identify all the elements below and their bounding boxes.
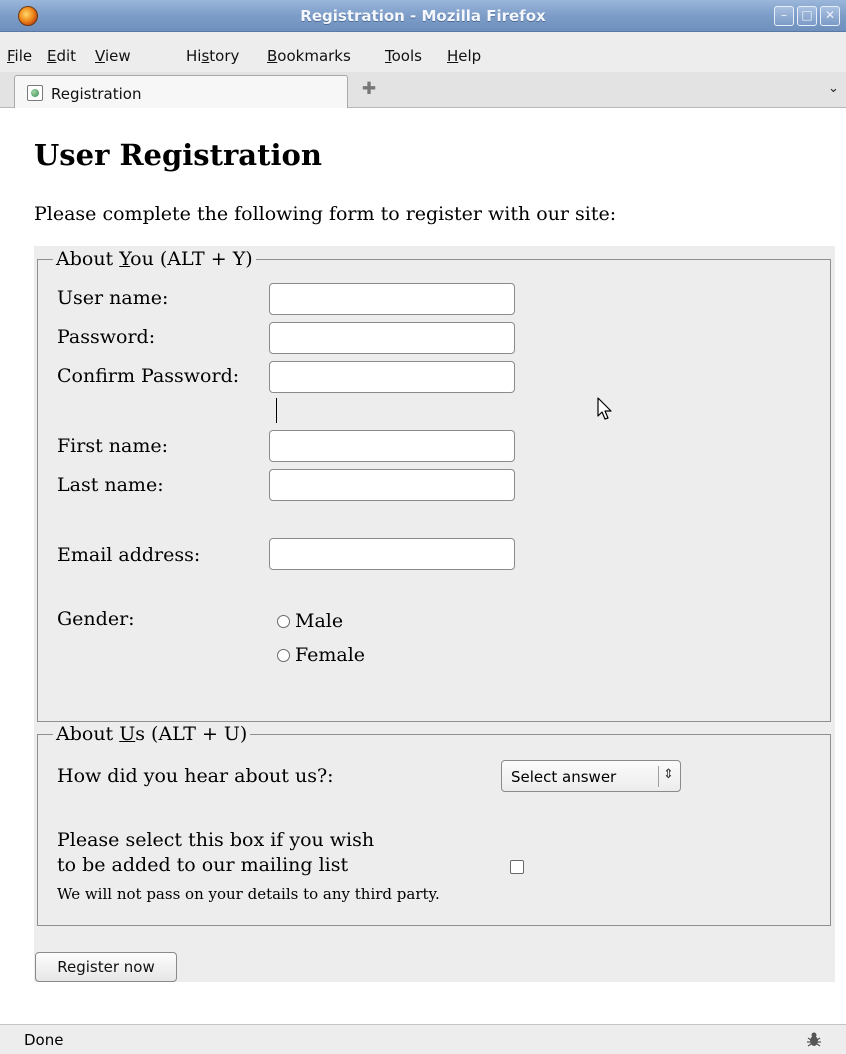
about-us-legend: About Us (ALT + U) bbox=[53, 723, 251, 745]
first-name-label: First name: bbox=[57, 435, 168, 457]
heard-about-select[interactable]: Select answer ⇕ bbox=[501, 760, 681, 792]
page-content: User Registration Please complete the fo… bbox=[0, 108, 846, 1024]
username-input[interactable] bbox=[269, 283, 515, 315]
tab-label: Registration bbox=[51, 85, 142, 103]
menu-file[interactable]: File bbox=[7, 47, 32, 65]
menu-bar: File Edit View History Bookmarks Tools H… bbox=[0, 32, 846, 72]
mouse-cursor-icon bbox=[597, 397, 612, 420]
email-input[interactable] bbox=[269, 538, 515, 570]
minimize-button[interactable]: – bbox=[774, 6, 794, 26]
gender-male-radio[interactable] bbox=[277, 615, 290, 628]
page-favicon-icon bbox=[27, 85, 43, 101]
privacy-note: We will not pass on your details to any … bbox=[57, 885, 440, 903]
maximize-button[interactable]: □ bbox=[797, 6, 817, 26]
menu-tools[interactable]: Tools bbox=[385, 47, 422, 65]
heard-about-label: How did you hear about us?: bbox=[57, 765, 334, 787]
register-now-button[interactable]: Register now bbox=[35, 952, 177, 982]
password-label: Password: bbox=[57, 326, 156, 348]
last-name-label: Last name: bbox=[57, 474, 164, 496]
tab-bar: Registration ✚ ⌄ bbox=[0, 72, 846, 109]
menu-view[interactable]: View bbox=[95, 47, 131, 65]
new-tab-icon[interactable]: ✚ bbox=[360, 80, 378, 98]
email-label: Email address: bbox=[57, 544, 201, 566]
menu-help[interactable]: Help bbox=[447, 47, 481, 65]
firebug-icon[interactable] bbox=[804, 1030, 824, 1050]
page-title: User Registration bbox=[34, 138, 322, 172]
intro-text: Please complete the following form to re… bbox=[34, 203, 617, 225]
mailing-text-line2: to be added to our mailing list bbox=[57, 854, 349, 876]
confirm-password-input[interactable] bbox=[269, 361, 515, 393]
menu-history[interactable]: History bbox=[186, 47, 239, 65]
mailing-text-line1: Please select this box if you wish bbox=[57, 829, 375, 851]
first-name-input[interactable] bbox=[269, 430, 515, 462]
select-updown-icon: ⇕ bbox=[663, 767, 674, 782]
gender-male-label: Male bbox=[295, 610, 344, 632]
menu-bookmarks[interactable]: Bookmarks bbox=[267, 47, 351, 65]
text-caret bbox=[276, 398, 277, 423]
gender-female-radio[interactable] bbox=[277, 649, 290, 662]
window-title: Registration - Mozilla Firefox bbox=[300, 7, 546, 25]
select-separator bbox=[658, 766, 659, 787]
window-titlebar[interactable]: Registration - Mozilla Firefox – □ ✕ bbox=[0, 0, 846, 32]
close-button[interactable]: ✕ bbox=[820, 6, 840, 26]
status-text: Done bbox=[24, 1031, 64, 1049]
mailing-list-checkbox[interactable] bbox=[510, 860, 524, 874]
heard-about-select-value: Select answer bbox=[511, 768, 617, 786]
tab-list-chevron-icon[interactable]: ⌄ bbox=[828, 81, 839, 96]
password-input[interactable] bbox=[269, 322, 515, 354]
confirm-password-label: Confirm Password: bbox=[57, 365, 240, 387]
status-bar: Done bbox=[0, 1024, 846, 1054]
gender-label: Gender: bbox=[57, 608, 135, 630]
tab-registration[interactable]: Registration bbox=[14, 75, 348, 109]
about-you-legend: About You (ALT + Y) bbox=[53, 248, 256, 270]
username-label: User name: bbox=[57, 287, 169, 309]
last-name-input[interactable] bbox=[269, 469, 515, 501]
menu-edit[interactable]: Edit bbox=[47, 47, 76, 65]
gender-female-label: Female bbox=[295, 644, 366, 666]
